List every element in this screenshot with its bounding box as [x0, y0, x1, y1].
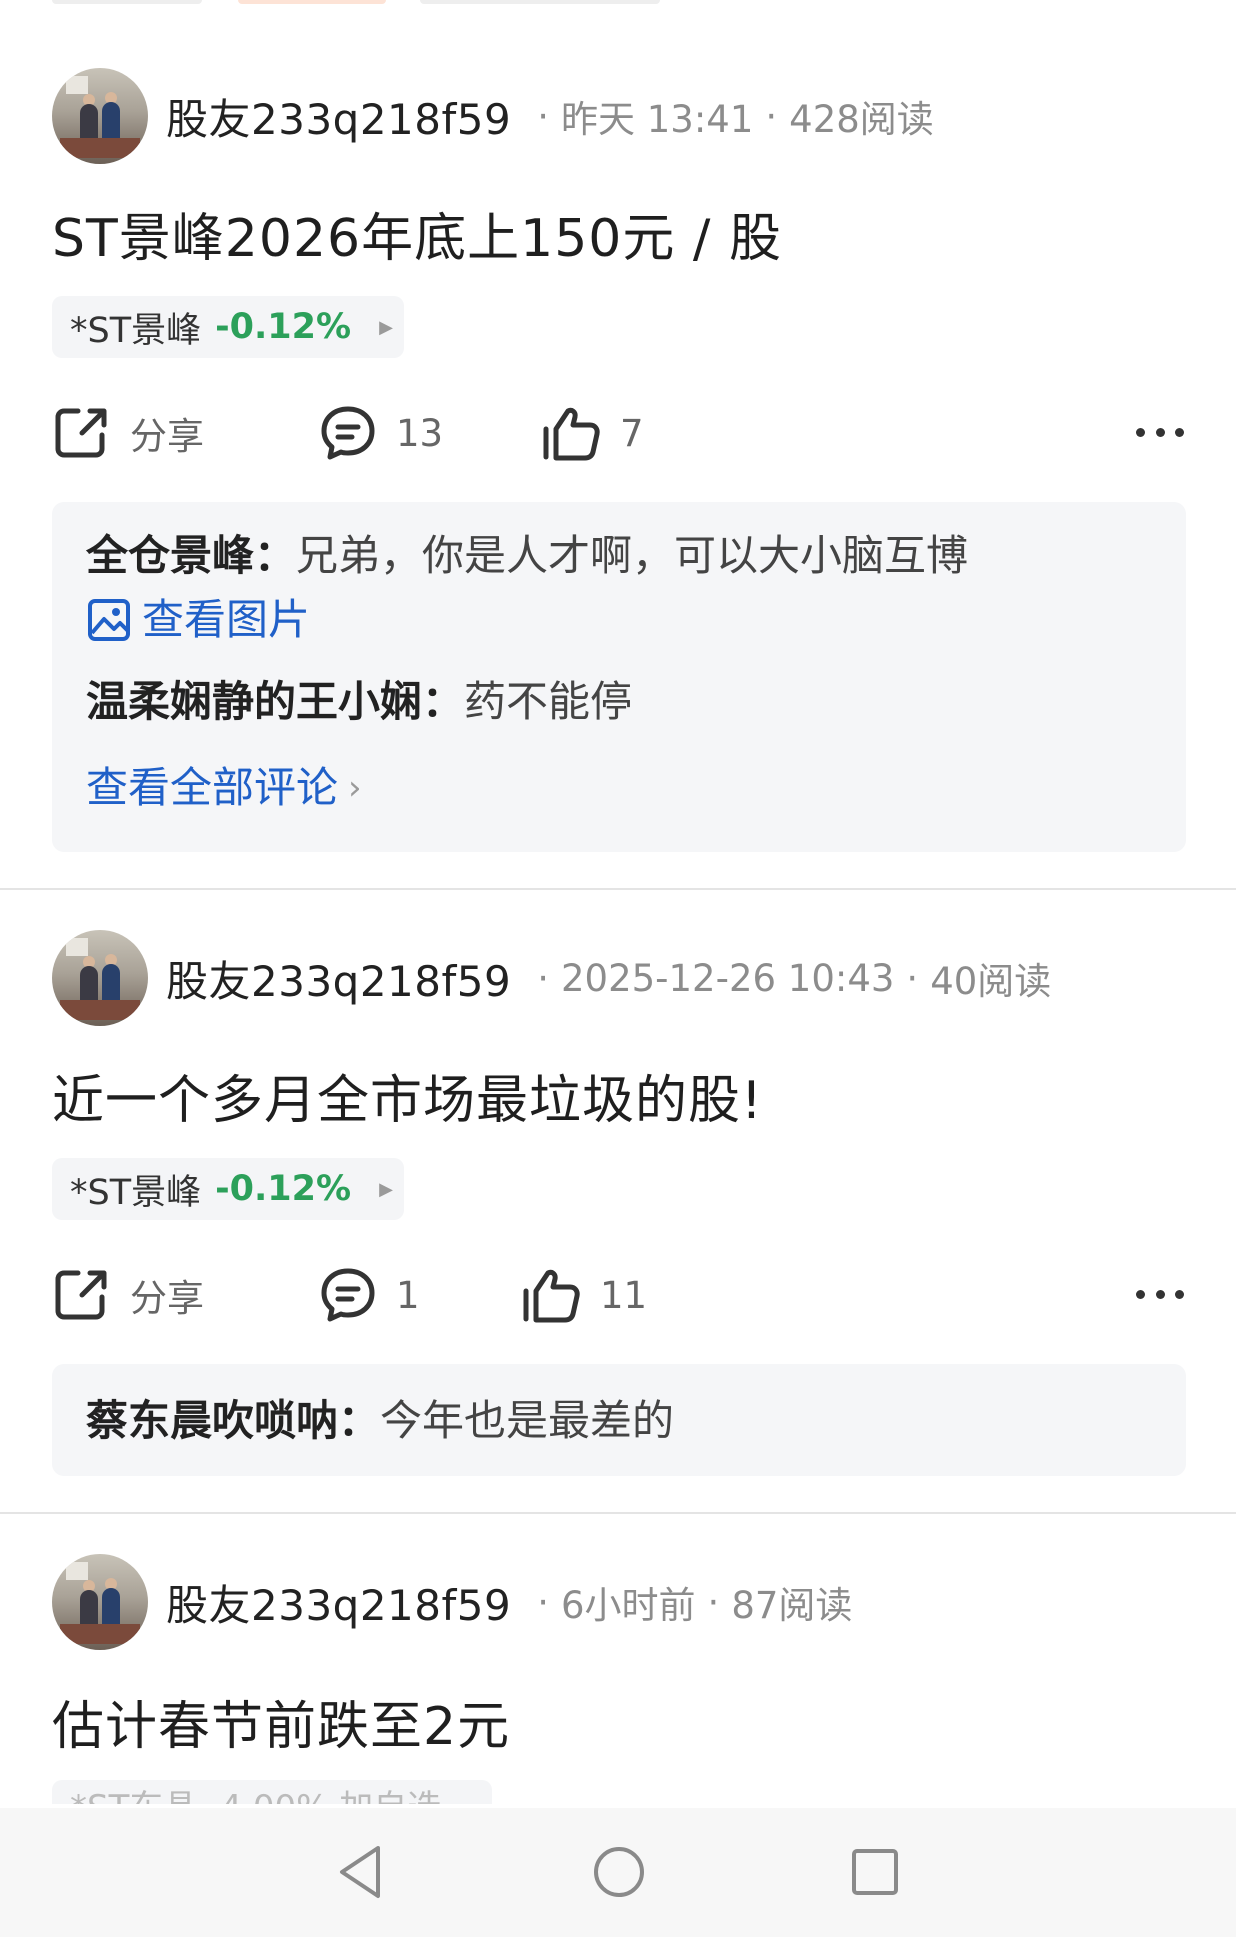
author-row: 股友233q218f59 · 6小时前 · 87阅读: [52, 1552, 852, 1652]
like-button[interactable]: 7: [540, 398, 644, 468]
comment-icon: [321, 1268, 375, 1322]
share-label: 分享: [130, 1277, 204, 1320]
post-meta: · 6小时前 · 87阅读: [525, 1575, 852, 1629]
comment-user[interactable]: 温柔娴静的王小娴: [86, 677, 422, 726]
stock-chip-partial[interactable]: *ST东晶 -4.00% 加自选: [52, 1780, 492, 1804]
divider: [0, 1512, 1236, 1514]
view-all-label: 查看全部评论: [86, 763, 339, 812]
avatar[interactable]: [52, 930, 148, 1026]
share-button[interactable]: 分享: [52, 1260, 204, 1330]
post-time: 昨天 13:41: [561, 98, 754, 141]
share-icon: [55, 408, 107, 458]
stock-chip[interactable]: *ST景峰 -0.12% ▶: [52, 296, 404, 358]
stock-name: *ST景峰: [70, 310, 202, 351]
author-row: 股友233q218f59 · 2025-12-26 10:43 · 40阅读: [52, 928, 1051, 1028]
comment-text: 今年也是最差的: [380, 1396, 675, 1445]
comment-item[interactable]: 温柔娴静的王小娴：药不能停: [86, 670, 1152, 734]
avatar[interactable]: [52, 1554, 148, 1650]
home-icon[interactable]: [592, 1844, 646, 1904]
action-bar: 分享 1 11: [52, 1260, 1184, 1330]
post-time: 6小时前: [561, 1584, 696, 1627]
post-reads: 87阅读: [731, 1584, 853, 1627]
author-row: 股友233q218f59 · 昨天 13:41 · 428阅读: [52, 66, 934, 166]
chevron-right-icon: ›: [348, 768, 362, 808]
comment-text: 药不能停: [464, 677, 633, 726]
play-arrow-icon: ▶: [379, 316, 393, 338]
post-title[interactable]: ST景峰2026年底上150元 / 股: [52, 196, 782, 271]
share-icon: [55, 1270, 107, 1320]
like-icon: [543, 407, 600, 461]
post-time: 2025-12-26 10:43: [561, 956, 895, 1000]
previous-item-edge: [420, 0, 660, 4]
post-reads: 428阅读: [789, 98, 934, 141]
author-name[interactable]: 股友233q218f59: [166, 948, 511, 1009]
view-all-comments-link[interactable]: 查看全部评论 ›: [86, 756, 1152, 820]
system-nav-bar: [0, 1808, 1236, 1937]
stock-change: -0.12%: [215, 1169, 352, 1209]
post-meta: · 2025-12-26 10:43 · 40阅读: [525, 951, 1051, 1005]
avatar[interactable]: [52, 68, 148, 164]
stock-change: -0.12%: [215, 307, 352, 347]
post-title[interactable]: 近一个多月全市场最垃圾的股!: [52, 1058, 763, 1133]
view-image-link[interactable]: 查看图片: [86, 588, 1152, 652]
back-icon[interactable]: [336, 1844, 384, 1904]
play-arrow-icon: ▶: [379, 1178, 393, 1200]
comment-user[interactable]: 蔡东晨吹唢呐: [86, 1396, 338, 1445]
stock-chip[interactable]: *ST景峰 -0.12% ▶: [52, 1158, 404, 1220]
image-icon: [88, 599, 130, 641]
recents-icon[interactable]: [850, 1844, 900, 1904]
stock-name: *ST景峰: [70, 1172, 202, 1213]
previous-item-edge: [238, 0, 386, 4]
action-bar: 分享 13 7: [52, 398, 1184, 468]
view-image-label: 查看图片: [142, 595, 311, 644]
more-icon[interactable]: [1136, 420, 1184, 444]
comment-item[interactable]: 全仓景峰：兄弟，你是人才啊，可以大小脑互博: [86, 524, 1152, 588]
comment-text: 兄弟，你是人才啊，可以大小脑互博: [296, 531, 969, 580]
author-name[interactable]: 股友233q218f59: [166, 1572, 511, 1633]
post-reads: 40阅读: [930, 960, 1052, 1003]
post-title[interactable]: 估计春节前跌至2元: [52, 1684, 510, 1759]
like-icon: [523, 1269, 580, 1323]
previous-item-edge: [52, 0, 202, 4]
comment-count: 1: [396, 1273, 420, 1317]
like-count: 7: [620, 411, 644, 455]
post-meta: · 昨天 13:41 · 428阅读: [525, 89, 934, 143]
divider: [0, 888, 1236, 890]
comment-button[interactable]: 13: [318, 398, 443, 468]
comment-item[interactable]: 蔡东晨吹唢呐：今年也是最差的: [86, 1386, 1152, 1456]
author-name[interactable]: 股友233q218f59: [166, 86, 511, 147]
like-count: 11: [600, 1273, 648, 1317]
comments-panel: 蔡东晨吹唢呐：今年也是最差的: [52, 1364, 1186, 1476]
comments-panel: 全仓景峰：兄弟，你是人才啊，可以大小脑互博 查看图片 温柔娴静的王小娴：药不能停…: [52, 502, 1186, 852]
more-icon[interactable]: [1136, 1282, 1184, 1306]
comment-icon: [321, 406, 375, 460]
like-button[interactable]: 11: [520, 1260, 647, 1330]
share-label: 分享: [130, 415, 204, 458]
share-button[interactable]: 分享: [52, 398, 204, 468]
comment-count: 13: [396, 411, 444, 455]
comment-button[interactable]: 1: [318, 1260, 420, 1330]
comment-user[interactable]: 全仓景峰: [86, 531, 254, 580]
